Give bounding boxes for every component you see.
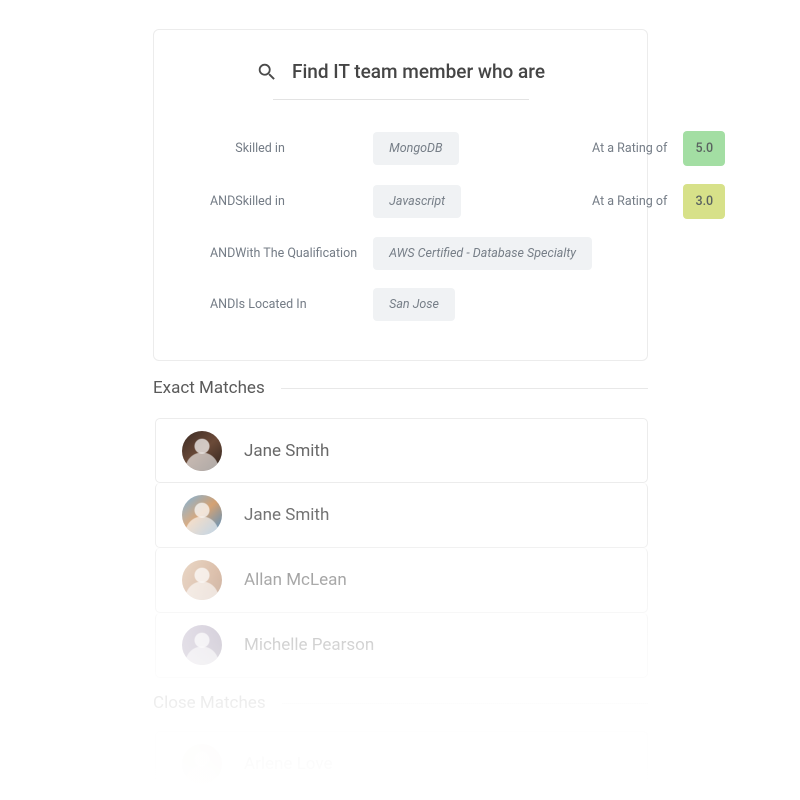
criteria-row: AND With The Qualification AWS Certified… bbox=[210, 228, 725, 279]
criteria-conjunction: AND bbox=[210, 279, 235, 330]
result-row[interactable]: Arlene Love bbox=[155, 731, 648, 796]
criteria-value[interactable]: Javascript bbox=[373, 175, 592, 228]
search-row[interactable]: Find IT team member who are bbox=[182, 60, 619, 83]
avatar bbox=[182, 625, 222, 665]
search-underline bbox=[273, 99, 529, 100]
criteria-row: Skilled in MongoDB At a Rating of 5.0 bbox=[210, 122, 725, 175]
section-title: Exact Matches bbox=[153, 378, 265, 398]
criteria-rating-label: At a Rating of bbox=[592, 175, 683, 228]
criteria-row: AND Skilled in Javascript At a Rating of… bbox=[210, 175, 725, 228]
section-rule bbox=[282, 703, 648, 704]
result-row[interactable]: Jane Smith bbox=[155, 418, 648, 483]
query-card: Find IT team member who are Skilled in M… bbox=[153, 29, 648, 361]
criteria-conjunction bbox=[210, 122, 235, 175]
criteria-rating-label: At a Rating of bbox=[592, 122, 683, 175]
result-name: Allan McLean bbox=[244, 570, 347, 590]
criteria-field-label: Skilled in bbox=[235, 175, 373, 228]
avatar bbox=[182, 495, 222, 535]
qualification-chip[interactable]: AWS Certified - Database Specialty bbox=[373, 237, 592, 270]
criteria-conjunction: AND bbox=[210, 228, 235, 279]
exact-matches-list: Jane Smith Jane Smith Allan McLean Miche… bbox=[155, 418, 648, 678]
result-row[interactable]: Michelle Pearson bbox=[155, 613, 648, 678]
skill-chip[interactable]: Javascript bbox=[373, 185, 461, 218]
result-row[interactable]: Allan McLean bbox=[155, 548, 648, 613]
avatar bbox=[182, 744, 222, 784]
search-icon bbox=[256, 61, 278, 83]
section-header-exact: Exact Matches bbox=[153, 378, 648, 398]
result-name: Michelle Pearson bbox=[244, 635, 374, 655]
criteria-value[interactable]: MongoDB bbox=[373, 122, 592, 175]
section-title: Close Matches bbox=[153, 693, 266, 713]
criteria-value[interactable]: San Jose bbox=[373, 279, 592, 330]
avatar bbox=[182, 431, 222, 471]
close-matches-list: Arlene Love bbox=[155, 731, 648, 796]
avatar bbox=[182, 560, 222, 600]
section-header-close: Close Matches bbox=[153, 693, 648, 713]
result-name: Arlene Love bbox=[244, 754, 333, 774]
criteria-rating-value[interactable]: 3.0 bbox=[683, 175, 725, 228]
result-row[interactable]: Jane Smith bbox=[155, 483, 648, 548]
rating-badge[interactable]: 3.0 bbox=[683, 184, 725, 219]
criteria-value[interactable]: AWS Certified - Database Specialty bbox=[373, 228, 592, 279]
criteria-field-label: Is Located In bbox=[235, 279, 373, 330]
criteria-row: AND Is Located In San Jose bbox=[210, 279, 725, 330]
criteria-conjunction: AND bbox=[210, 175, 235, 228]
criteria-rating-value[interactable]: 5.0 bbox=[683, 122, 725, 175]
criteria-list: Skilled in MongoDB At a Rating of 5.0 AN… bbox=[210, 122, 725, 330]
section-rule bbox=[281, 388, 648, 389]
result-name: Jane Smith bbox=[244, 505, 329, 525]
criteria-field-label: Skilled in bbox=[235, 122, 373, 175]
search-input[interactable]: Find IT team member who are bbox=[292, 60, 545, 83]
skill-chip[interactable]: MongoDB bbox=[373, 132, 458, 165]
location-chip[interactable]: San Jose bbox=[373, 288, 455, 321]
result-name: Jane Smith bbox=[244, 441, 329, 461]
criteria-field-label: With The Qualification bbox=[235, 228, 373, 279]
rating-badge[interactable]: 5.0 bbox=[683, 131, 725, 166]
